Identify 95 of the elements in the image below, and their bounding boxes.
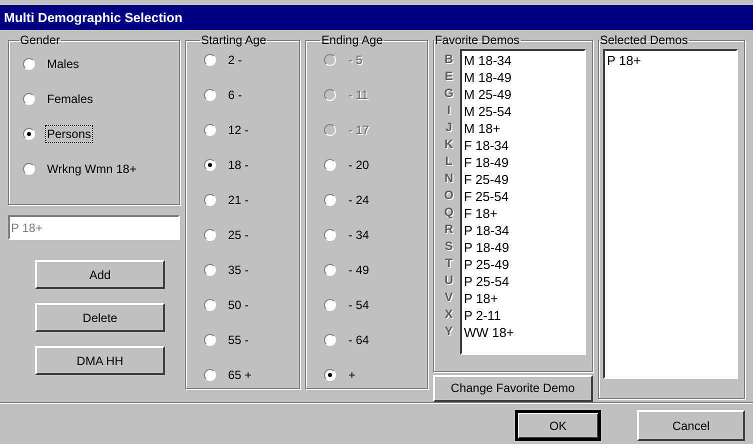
radio-button[interactable] <box>204 89 216 101</box>
radio-label: 2 - <box>226 52 243 69</box>
demo-field[interactable]: P 18+ <box>8 215 180 240</box>
shortcut-letter: T <box>444 255 454 272</box>
list-item[interactable]: M 25-49 <box>464 86 584 103</box>
radio-label: - 64 <box>347 332 370 349</box>
radio-button[interactable] <box>204 124 216 136</box>
radio-label: + <box>347 367 356 384</box>
radio-label: 6 - <box>226 87 243 104</box>
radio-label: 50 - <box>226 297 250 314</box>
radio-button[interactable] <box>204 159 216 171</box>
group-label: Selected Demos <box>598 33 689 47</box>
radio-label: Females <box>46 91 94 108</box>
radio-label: - 5 <box>347 52 364 69</box>
radio-button[interactable] <box>324 334 336 346</box>
list-item[interactable]: P 18-49 <box>464 239 584 256</box>
list-item[interactable]: F 18+ <box>464 205 584 222</box>
list-item[interactable]: F 25-49 <box>464 171 584 188</box>
list-item[interactable]: M 25-54 <box>464 103 584 120</box>
list-item[interactable]: P 18+ <box>464 290 584 307</box>
window-title: Multi Demographic Selection <box>4 8 182 27</box>
radio-label: Males <box>46 56 80 73</box>
shortcut-letter: K <box>443 136 454 153</box>
shortcut-letter: N <box>443 170 454 187</box>
radio-button[interactable] <box>23 58 35 70</box>
radio-button[interactable] <box>23 93 35 105</box>
radio-label: 21 - <box>226 192 250 209</box>
group-label: Favorite Demos <box>434 33 521 47</box>
radio-button[interactable] <box>204 369 216 381</box>
shortcut-letter: S <box>444 238 454 255</box>
radio-button[interactable] <box>324 299 336 311</box>
radio-label: - 11 <box>347 87 370 104</box>
selected-demos-list[interactable]: P 18+ <box>602 49 738 379</box>
radio-label: 12 - <box>226 122 250 139</box>
list-item[interactable]: P 25-49 <box>464 256 584 273</box>
ok-button[interactable]: OK <box>515 410 601 441</box>
shortcut-letter: B <box>443 51 454 68</box>
shortcut-letter: U <box>443 272 454 289</box>
shortcut-letter: Q <box>443 204 454 221</box>
radio-label: - 54 <box>347 297 370 314</box>
radio-label: 18 - <box>226 157 250 174</box>
shortcut-letter: Y <box>444 323 454 340</box>
favorite-demos-list[interactable]: M 18-34 M 18-49 M 25-49 M 25-54 M 18+ F 18-34 F 18-49 F 25-49 F 25-54 F 18+ P 18-34 P 18-49 P 25-49 P 25-54 P 18+ P 2-11 WW 18+ <box>460 49 586 355</box>
list-item[interactable]: F 18-49 <box>464 154 584 171</box>
group-label: Gender <box>19 33 62 47</box>
list-item[interactable]: P 18+ <box>606 52 736 69</box>
radio-label: - 49 <box>347 262 370 279</box>
list-item[interactable]: WW 18+ <box>464 324 584 341</box>
list-item[interactable]: M 18+ <box>464 120 584 137</box>
action-button[interactable]: Add <box>35 260 165 289</box>
shortcut-letter: X <box>444 306 454 323</box>
radio-label: 65 + <box>226 367 253 384</box>
shortcut-letter: O <box>443 187 454 204</box>
radio-label: 55 - <box>226 332 250 349</box>
group-label: Ending Age <box>320 33 384 47</box>
shortcut-letter: J <box>444 119 454 136</box>
radio-button[interactable] <box>204 264 216 276</box>
radio-button[interactable] <box>324 369 336 381</box>
radio-label: - 17 <box>347 122 370 139</box>
list-item[interactable]: P 25-54 <box>464 273 584 290</box>
radio-button[interactable] <box>204 299 216 311</box>
shortcut-letter: G <box>443 85 454 102</box>
radio-button[interactable] <box>23 163 35 175</box>
radio-label: Wrkng Wmn 18+ <box>46 161 138 178</box>
list-item[interactable]: P 2-11 <box>464 307 584 324</box>
radio-button[interactable] <box>204 194 216 206</box>
radio-button[interactable] <box>324 264 336 276</box>
radio-label: 35 - <box>226 262 250 279</box>
cancel-button[interactable]: Cancel <box>637 410 745 441</box>
radio-label: Persons <box>45 125 94 143</box>
list-item[interactable]: M 18-49 <box>464 69 584 86</box>
shortcut-letter: E <box>444 68 454 85</box>
radio-label: - 20 <box>347 157 370 174</box>
list-item[interactable]: F 25-54 <box>464 188 584 205</box>
shortcut-letter: I <box>446 102 452 119</box>
radio-label: 25 - <box>226 227 250 244</box>
radio-button[interactable] <box>204 334 216 346</box>
radio-label: - 34 <box>347 227 370 244</box>
radio-button[interactable] <box>324 229 336 241</box>
list-item[interactable]: P 18-34 <box>464 222 584 239</box>
shortcut-letter: R <box>443 221 454 238</box>
action-button[interactable]: DMA HH <box>35 346 165 375</box>
radio-button[interactable] <box>324 159 336 171</box>
radio-button[interactable] <box>204 54 216 66</box>
radio-button[interactable] <box>23 128 35 140</box>
list-item[interactable]: F 18-34 <box>464 137 584 154</box>
radio-button[interactable] <box>324 194 336 206</box>
action-button[interactable]: Delete <box>35 303 165 332</box>
shortcut-letter: V <box>444 289 454 306</box>
group-label: Starting Age <box>200 33 268 47</box>
radio-button[interactable] <box>204 229 216 241</box>
change-favorite-demo-button[interactable]: Change Favorite Demo <box>432 374 593 402</box>
list-item[interactable]: M 18-34 <box>464 52 584 69</box>
radio-label: - 24 <box>347 192 370 209</box>
shortcut-letter: L <box>444 153 454 170</box>
